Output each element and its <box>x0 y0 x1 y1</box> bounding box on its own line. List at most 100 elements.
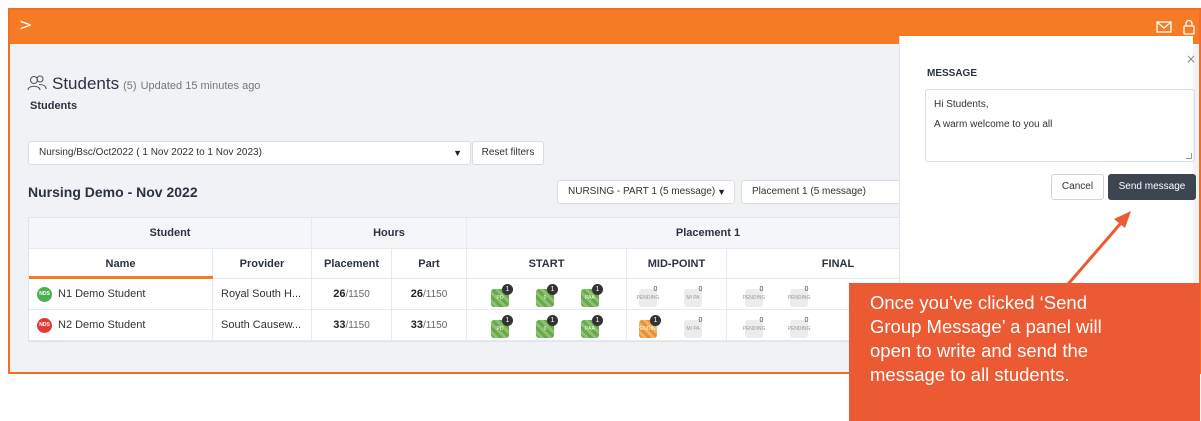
status-badge-label: MI PA <box>686 295 700 301</box>
student-name: N2 Demo Student <box>58 319 146 331</box>
message-line: A warm welcome to you all <box>934 119 1053 130</box>
message-label: MESSAGE <box>927 68 978 79</box>
resize-handle-icon[interactable] <box>1186 153 1192 159</box>
status-badge[interactable]: PENDING 0 <box>787 286 811 307</box>
callout-line: Once you’ve clicked ‘Send <box>870 292 1087 313</box>
group-header-hours: Hours <box>312 218 467 248</box>
student-name-cell[interactable]: NDS N2 Demo Student <box>29 310 213 340</box>
avatar: NDS <box>37 286 52 302</box>
table-row[interactable]: NDS N2 Demo Student South Causew... 33/1150… <box>29 310 947 341</box>
status-badge-count: 1 <box>547 284 558 295</box>
callout-line: open to write and send the <box>870 340 1089 361</box>
status-badge-label: PENDING <box>787 295 811 301</box>
status-badge[interactable]: MI PA 0 <box>684 317 702 338</box>
avatar: NDS <box>37 317 52 333</box>
status-badge[interactable]: PENDING 0 <box>742 286 766 307</box>
status-badge[interactable]: PD 1 <box>491 284 513 307</box>
column-header-mid: MID-POINT <box>627 249 727 278</box>
status-badge[interactable]: PENDING 1 <box>636 315 661 338</box>
student-name: N1 Demo Student <box>58 288 146 300</box>
status-badge-count: 0 <box>804 317 809 324</box>
status-badge-label: PENDING <box>636 295 660 301</box>
column-header-start: START <box>467 249 627 278</box>
callout-line: message to all students. <box>870 364 1070 385</box>
callout-line: Group Message’ a panel will <box>870 316 1102 337</box>
status-badge[interactable]: PENDING 0 <box>787 317 811 338</box>
column-header-provider[interactable]: Provider <box>213 249 312 278</box>
status-badge-count: 1 <box>502 315 513 326</box>
close-icon[interactable]: × <box>1186 52 1196 66</box>
status-badge-count: 1 <box>547 315 558 326</box>
status-badge-label: PAA <box>585 295 595 301</box>
cancel-button[interactable]: Cancel <box>1051 174 1104 200</box>
student-name-cell[interactable]: NDS N1 Demo Student <box>29 279 213 309</box>
table-group-header: Student Hours Placement 1 <box>29 218 947 249</box>
mid-point-cell: PENDING 0 MI PA 0 <box>627 279 727 309</box>
placement-hours-cell: 26/1150 <box>312 279 392 309</box>
status-badge-label: PENDING <box>742 326 766 332</box>
page-title: Students <box>52 74 120 93</box>
status-badge[interactable]: PENDING 0 <box>636 286 660 307</box>
status-badge[interactable]: PENDING 0 <box>742 317 766 338</box>
status-badge[interactable]: PAA 1 <box>581 284 603 307</box>
placement-hours-cell: 33/1150 <box>312 310 392 340</box>
status-badge-count: 1 <box>592 315 603 326</box>
cohort-select-value: Nursing/Bsc/Oct2022 ( 1 Nov 2022 to 1 No… <box>39 147 262 158</box>
page-subtitle: Students <box>30 100 78 112</box>
column-header-name-label: Name <box>105 257 136 270</box>
status-badge-label: PENDING <box>742 295 766 301</box>
status-badge-count: 0 <box>698 317 703 324</box>
sidebar-toggle-icon[interactable]: > <box>19 16 32 34</box>
status-badge[interactable]: PD 1 <box>491 315 513 338</box>
part-select[interactable]: NURSING - PART 1 (5 message) ▼ <box>557 180 735 204</box>
message-line: Hi Students, <box>934 99 989 110</box>
part-hours-total: /1150 <box>422 288 448 300</box>
status-badge-count: 1 <box>502 284 513 295</box>
status-badge-label: MI PA <box>686 326 700 332</box>
status-badge-label: PD <box>496 326 504 332</box>
status-badge-label: PD <box>496 295 504 301</box>
chevron-down-icon: ▼ <box>717 187 726 197</box>
status-badge[interactable]: 01 <box>536 315 558 338</box>
instruction-callout: Once you’ve clicked ‘Send Group Message’… <box>849 283 1200 421</box>
provider-cell: Royal South H... <box>213 279 312 309</box>
group-header-student: Student <box>29 218 312 248</box>
lock-icon[interactable] <box>1180 18 1198 36</box>
column-header-placement[interactable]: Placement <box>312 249 392 278</box>
table-row[interactable]: NDS N1 Demo Student Royal South H... 26/115… <box>29 279 947 310</box>
start-cell: PD 1 0 1 PAA 1 <box>467 310 627 340</box>
students-table: Student Hours Placement 1 Name Provider … <box>28 217 948 342</box>
part-hours-cell: 26/1150 <box>392 279 467 309</box>
status-badge-count: 0 <box>653 286 658 293</box>
status-badge-count: 1 <box>650 315 661 326</box>
column-header-name[interactable]: Name <box>29 249 213 279</box>
page-header: Students (5) Updated 15 minutes ago <box>27 71 260 93</box>
mid-point-cell: PENDING 1 MI PA 0 <box>627 310 727 340</box>
mail-icon[interactable] <box>1155 18 1173 36</box>
placement-select[interactable]: Placement 1 (5 message) <box>741 180 921 204</box>
status-badge-label: 0 <box>543 326 547 332</box>
status-badge[interactable]: PAA 1 <box>581 315 603 338</box>
send-message-button[interactable]: Send message <box>1108 174 1196 200</box>
part-select-value: NURSING - PART 1 (5 message) <box>568 186 716 197</box>
people-icon <box>27 75 47 91</box>
student-count: (5) <box>123 80 137 92</box>
status-badge[interactable]: 01 <box>536 284 558 307</box>
cohort-select[interactable]: Nursing/Bsc/Oct2022 ( 1 Nov 2022 to 1 No… <box>28 141 471 165</box>
part-hours-cell: 33/1150 <box>392 310 467 340</box>
column-header-part[interactable]: Part <box>392 249 467 278</box>
provider-cell: South Causew... <box>213 310 312 340</box>
table-body: NDS N1 Demo Student Royal South H... 26/115… <box>29 279 947 341</box>
message-textarea[interactable]: Hi Students, A warm welcome to you all <box>925 89 1195 162</box>
status-badge-label: PAA <box>585 326 595 332</box>
placement-select-value: Placement 1 (5 message) <box>752 186 866 197</box>
status-badge-label: PENDING <box>787 326 811 332</box>
part-hours-value: 33 <box>410 319 423 331</box>
status-badge-label: PENDING <box>636 326 660 332</box>
status-badge-label: 0 <box>543 295 547 301</box>
table-column-header: Name Provider Placement Part START MID-P… <box>29 249 947 279</box>
status-badge[interactable]: MI PA 0 <box>684 286 702 307</box>
part-hours-total: /1150 <box>422 319 448 331</box>
reset-filters-button[interactable]: Reset filters <box>472 141 544 165</box>
status-badge-count: 1 <box>592 284 603 295</box>
